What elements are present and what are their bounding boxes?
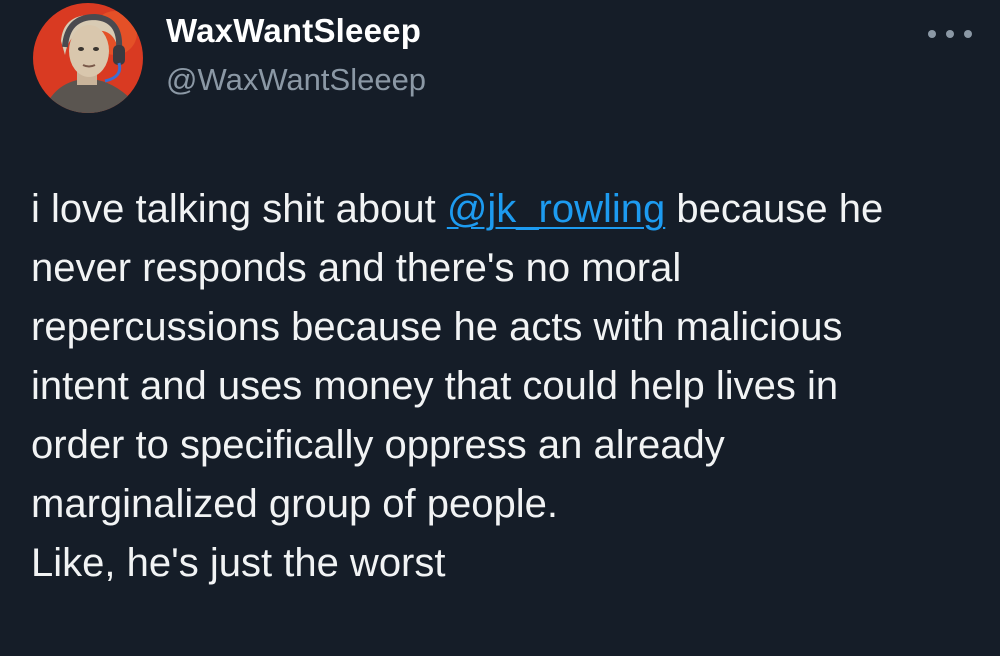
ellipsis-icon <box>946 30 954 38</box>
tweet-line: never responds and there's no moral <box>31 246 682 290</box>
mention-link[interactable]: @jk_rowling <box>447 187 665 231</box>
tweet-line: marginalized group of people. <box>31 482 559 526</box>
tweet-line: Like, he's just the worst <box>31 541 446 585</box>
tweet-card: WaxWantSleeep @WaxWantSleeep i love talk… <box>0 0 1000 656</box>
author-avatar[interactable] <box>33 3 143 113</box>
tweet-line: intent and uses money that could help li… <box>31 364 839 408</box>
tweet-line: repercussions because he acts with malic… <box>31 305 843 349</box>
author-handle[interactable]: @WaxWantSleeep <box>166 62 426 98</box>
tweet-line: i love talking shit about @jk_rowling be… <box>31 180 976 239</box>
tweet-text-segment: i love talking shit about <box>31 187 447 231</box>
tweet-text: i love talking shit about @jk_rowling be… <box>31 180 976 593</box>
more-options-button[interactable] <box>928 20 972 48</box>
ellipsis-icon <box>964 30 972 38</box>
author-display-name[interactable]: WaxWantSleeep <box>166 12 421 50</box>
avatar-icon <box>33 3 143 113</box>
tweet-line: order to specifically oppress an already <box>31 423 725 467</box>
ellipsis-icon <box>928 30 936 38</box>
tweet-text-segment: because he <box>665 187 884 231</box>
